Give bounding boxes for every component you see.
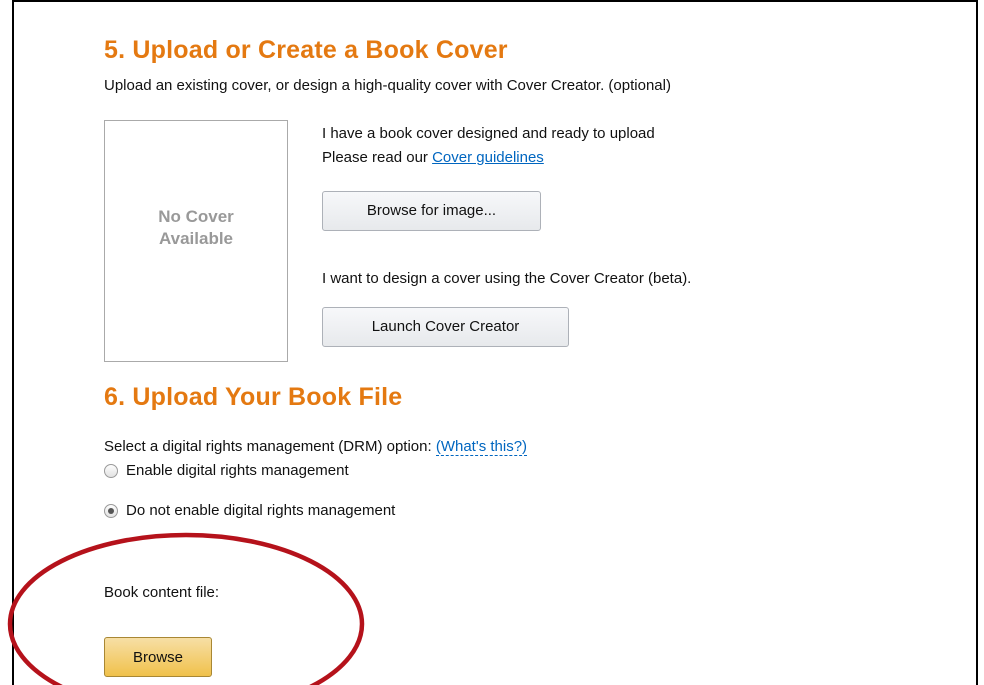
drm-prompt-text: Select a digital rights management (DRM)… bbox=[104, 438, 436, 455]
drm-option-enable[interactable]: Enable digital rights management bbox=[104, 462, 349, 479]
browse-for-image-button[interactable]: Browse for image... bbox=[322, 191, 541, 231]
whats-this-link[interactable]: (What's this?) bbox=[435, 438, 528, 456]
section-5-title: 5. Upload or Create a Book Cover bbox=[104, 36, 508, 64]
section-6-title: 6. Upload Your Book File bbox=[104, 383, 403, 411]
drm-prompt: Select a digital rights management (DRM)… bbox=[104, 438, 528, 456]
have-cover-text: I have a book cover designed and ready t… bbox=[322, 125, 655, 142]
browse-book-file-button[interactable]: Browse bbox=[104, 637, 212, 677]
cover-placeholder: No Cover Available bbox=[104, 120, 288, 362]
book-content-file-label: Book content file: bbox=[104, 584, 220, 601]
read-prefix: Please read our bbox=[322, 149, 433, 166]
no-cover-line-2: Available bbox=[158, 229, 234, 248]
no-cover-text: No Cover Available bbox=[105, 206, 287, 250]
drm-enable-label: Enable digital rights management bbox=[126, 462, 349, 479]
launch-cover-creator-button[interactable]: Launch Cover Creator bbox=[322, 307, 569, 347]
section-5-subtitle: Upload an existing cover, or design a hi… bbox=[104, 77, 671, 94]
cover-guidelines-link[interactable]: Cover guidelines bbox=[432, 149, 544, 166]
drm-disable-label: Do not enable digital rights management bbox=[126, 502, 396, 519]
design-cover-text: I want to design a cover using the Cover… bbox=[322, 270, 692, 287]
drm-option-disable[interactable]: Do not enable digital rights management bbox=[104, 502, 395, 519]
drm-disable-radio[interactable] bbox=[104, 503, 118, 518]
no-cover-line-1: No Cover bbox=[158, 207, 234, 226]
drm-enable-radio[interactable] bbox=[104, 463, 118, 478]
cover-guidelines-line: Please read our Cover guidelines bbox=[322, 149, 544, 166]
